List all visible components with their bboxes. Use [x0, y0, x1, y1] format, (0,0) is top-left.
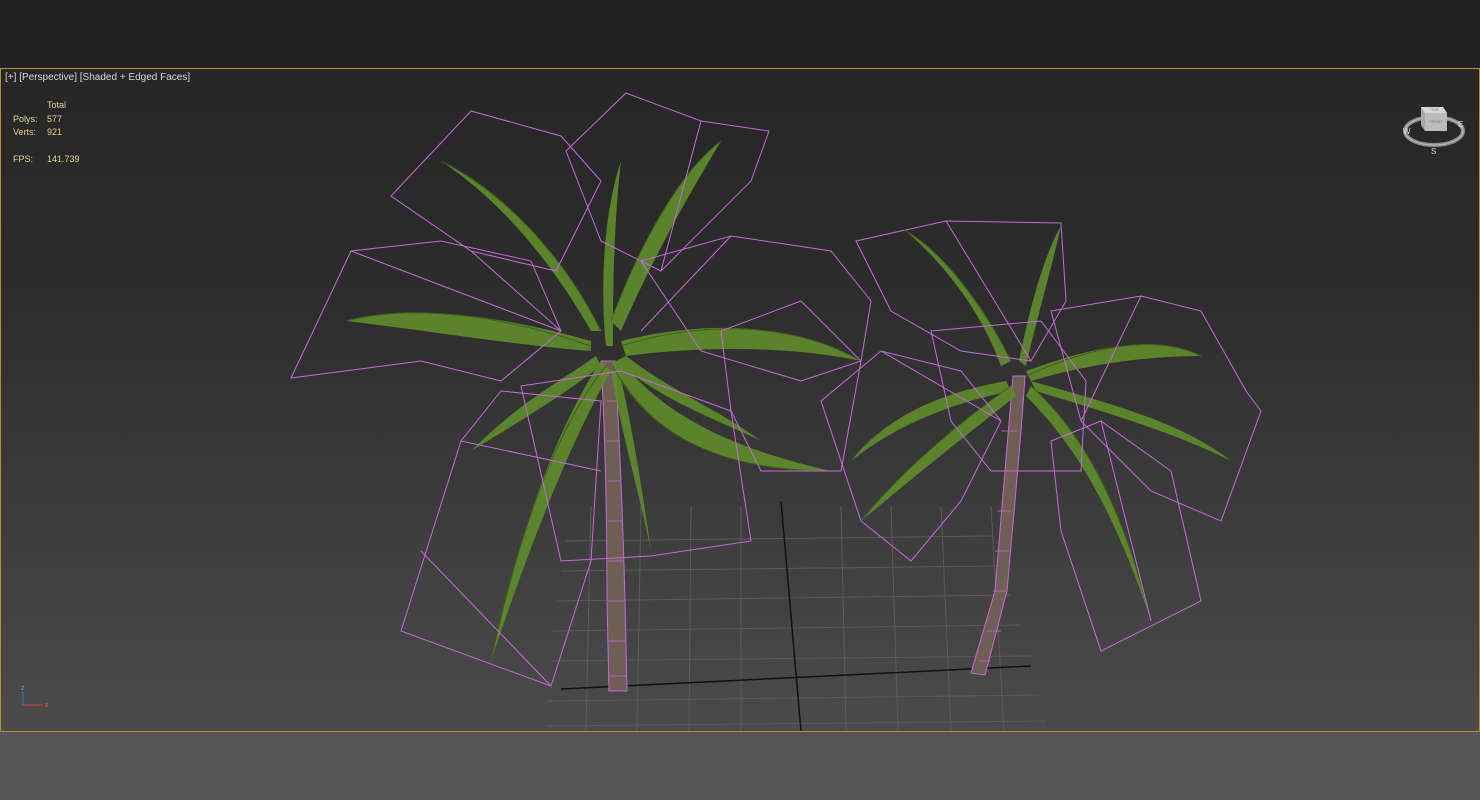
viewcube-top-face[interactable]: TOP [1431, 107, 1439, 112]
scene-canvas[interactable] [1, 69, 1479, 731]
verts-label: Verts: [13, 127, 37, 137]
viewcube-front-face[interactable]: FRONT [1429, 119, 1443, 124]
axis-tripod-icon: z x [21, 685, 49, 709]
verts-value: 921 [47, 127, 63, 137]
viewport-menu-plus[interactable]: [+] [5, 72, 16, 83]
axis-z-label: z [21, 685, 25, 692]
viewport-label[interactable]: [+] [Perspective] [Shaded + Edged Faces] [5, 72, 190, 83]
polys-value: 577 [47, 113, 63, 124]
viewport-menu-shading[interactable]: [Shaded + Edged Faces] [80, 72, 190, 83]
grid-main-axes [560, 500, 1032, 731]
top-band [0, 0, 1480, 68]
fps-value: 141.739 [47, 153, 80, 164]
compass-south[interactable]: S [1431, 147, 1436, 156]
axis-x-label: x [45, 702, 49, 709]
viewcube-icon[interactable]: TOP FRONT W E S [1399, 97, 1469, 157]
palm-tree-left[interactable] [290, 92, 872, 692]
statistics-overlay: Total Polys: 577 Verts: 921 FPS: 141.739 [13, 99, 80, 166]
compass-east[interactable]: E [1458, 120, 1463, 129]
fps-label: FPS: [13, 153, 34, 164]
viewport-menu-view[interactable]: [Perspective] [19, 72, 77, 83]
polys-label: Polys: [13, 113, 38, 124]
stats-header: Total [47, 100, 67, 110]
palm-tree-right[interactable] [820, 220, 1262, 676]
compass-west[interactable]: W [1403, 127, 1411, 136]
perspective-viewport[interactable]: [+] [Perspective] [Shaded + Edged Faces]… [0, 68, 1480, 732]
bottom-band [0, 732, 1480, 800]
